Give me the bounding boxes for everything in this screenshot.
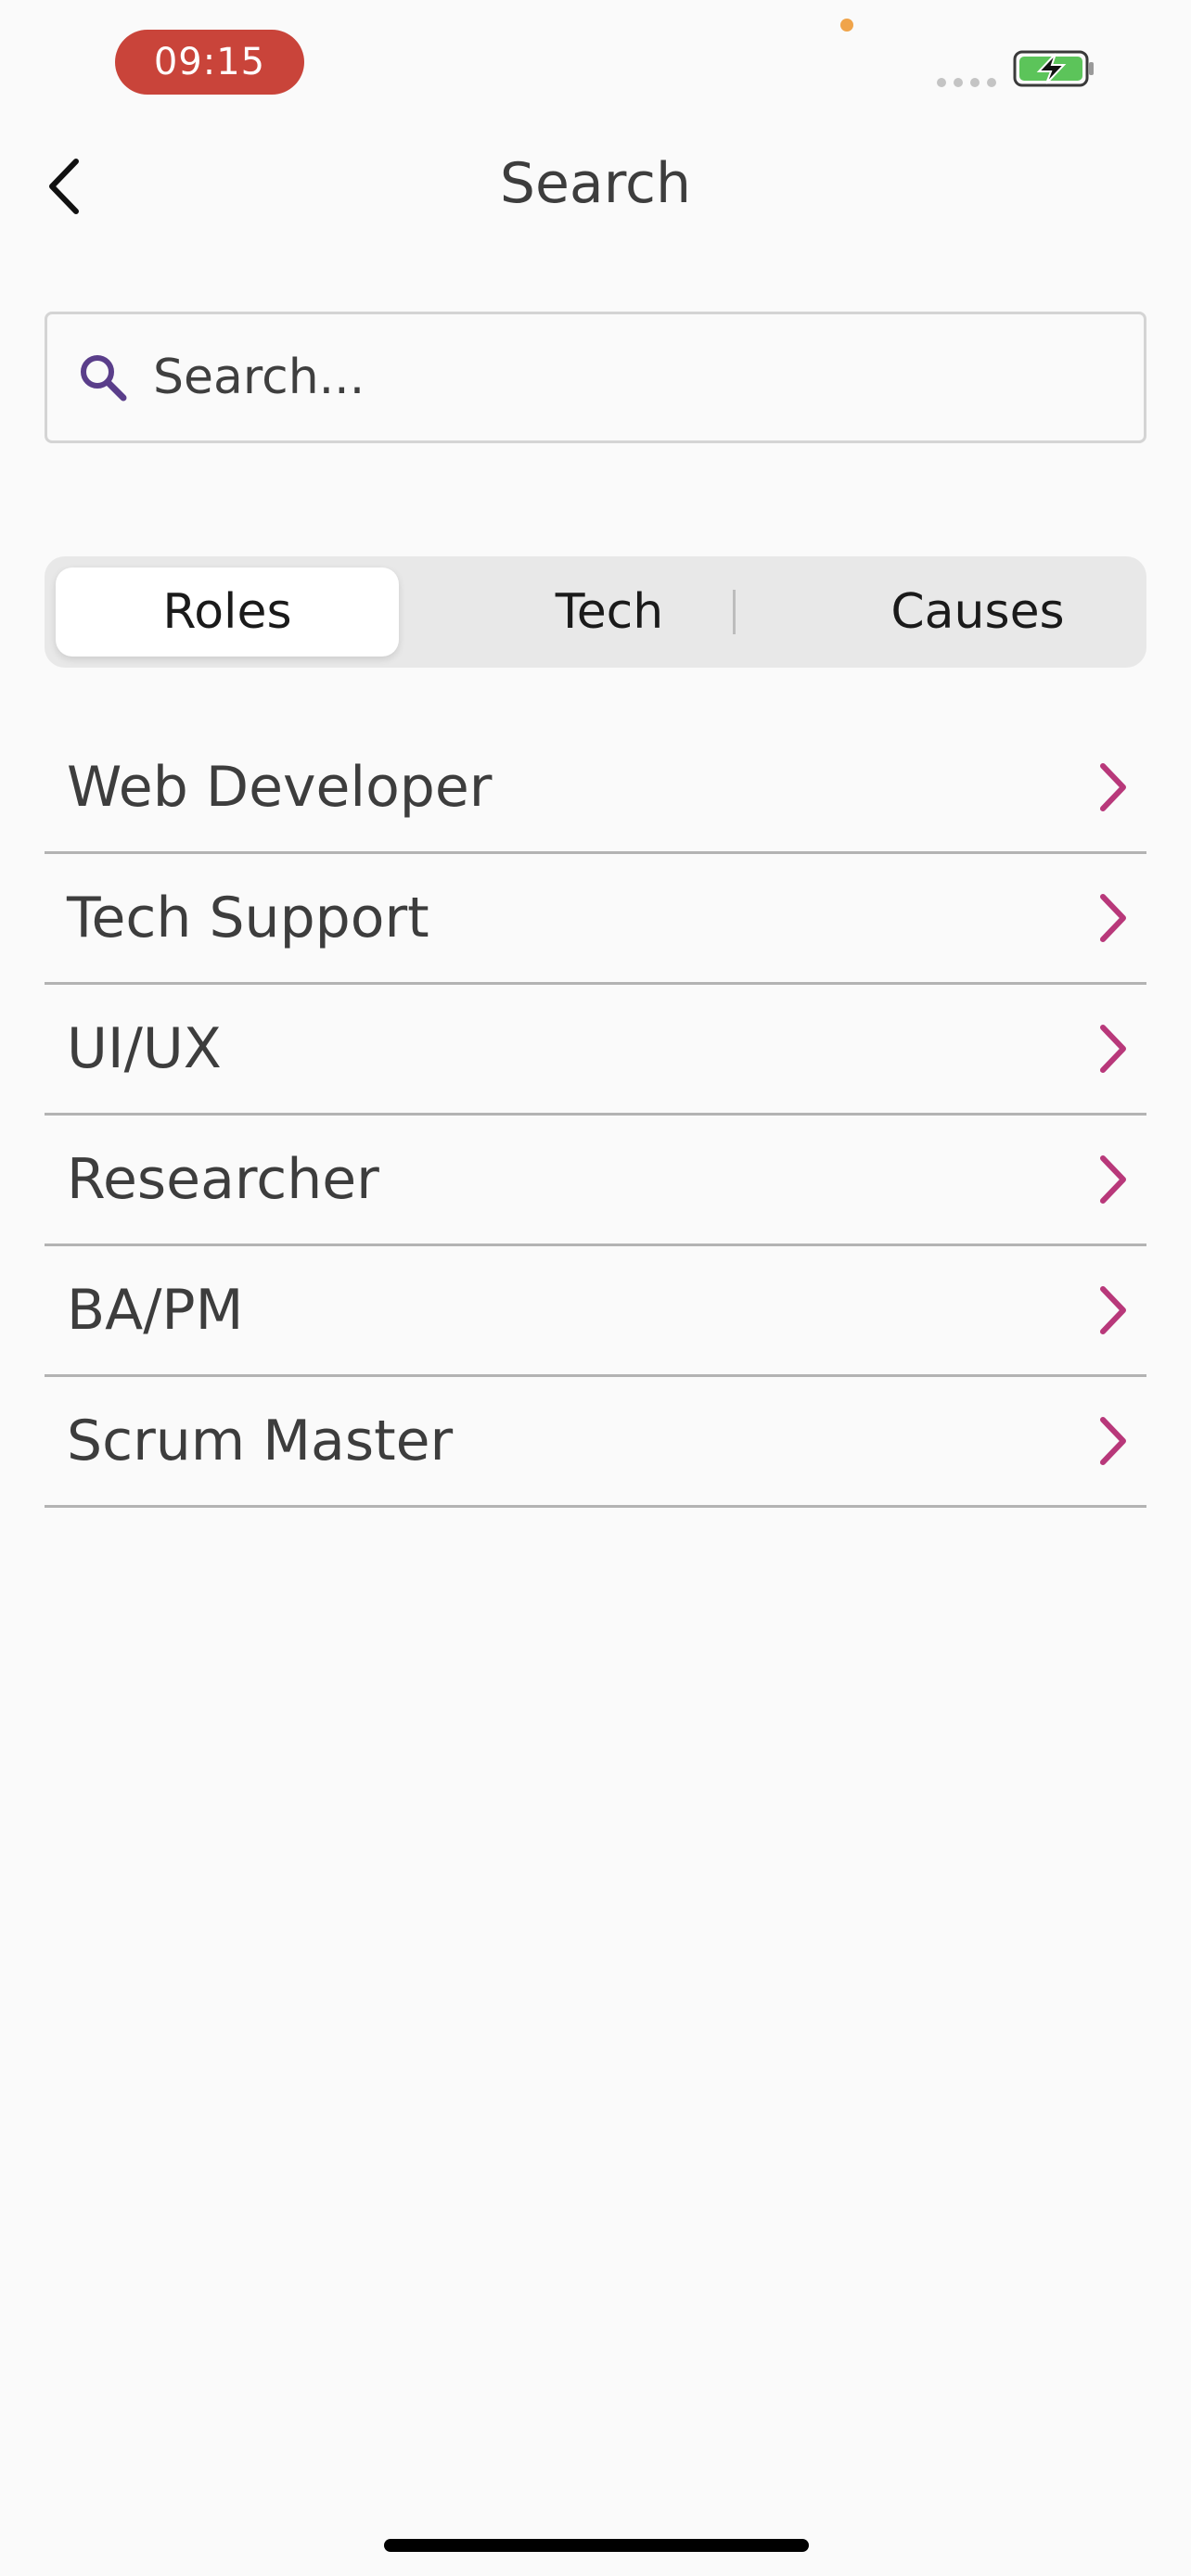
list-item-label: BA/PM <box>67 1278 244 1343</box>
list-item-ui-ux[interactable]: UI/UX <box>45 985 1146 1116</box>
privacy-indicator-dot <box>840 19 853 32</box>
chevron-right-icon <box>1093 1413 1133 1469</box>
tab-roles-label: Roles <box>162 584 292 640</box>
battery-charging-icon <box>1013 50 1094 87</box>
list-item-scrum-master[interactable]: Scrum Master <box>45 1377 1146 1508</box>
list-item-researcher[interactable]: Researcher <box>45 1116 1146 1246</box>
status-time: 09:15 <box>115 30 304 95</box>
cellular-signal-icon <box>937 78 996 87</box>
chevron-right-icon <box>1093 1152 1133 1207</box>
chevron-right-icon <box>1093 890 1133 946</box>
list-item-label: Tech Support <box>67 886 429 950</box>
chevron-right-icon <box>1093 759 1133 815</box>
chevron-right-icon <box>1093 1282 1133 1338</box>
home-indicator[interactable] <box>384 2539 809 2552</box>
list-item-label: Researcher <box>67 1147 379 1212</box>
category-segmented-control: Roles Tech Causes <box>45 556 1146 668</box>
list-item-tech-support[interactable]: Tech Support <box>45 854 1146 985</box>
tab-tech-label: Tech <box>555 584 664 640</box>
page-title: Search <box>499 151 692 216</box>
list-item-label: UI/UX <box>67 1016 222 1081</box>
tab-causes-label: Causes <box>890 584 1065 640</box>
list-item-label: Web Developer <box>67 755 493 820</box>
search-icon <box>75 350 131 405</box>
tab-roles[interactable]: Roles <box>56 567 399 657</box>
list-item-label: Scrum Master <box>67 1409 454 1473</box>
search-input[interactable] <box>153 314 1144 440</box>
list-item-web-developer[interactable]: Web Developer <box>45 723 1146 854</box>
role-list: Web Developer Tech Support UI/UX Researc… <box>45 723 1146 1508</box>
list-item-ba-pm[interactable]: BA/PM <box>45 1246 1146 1377</box>
tab-causes[interactable]: Causes <box>727 567 1191 657</box>
chevron-right-icon <box>1093 1021 1133 1077</box>
search-field[interactable] <box>45 312 1146 443</box>
